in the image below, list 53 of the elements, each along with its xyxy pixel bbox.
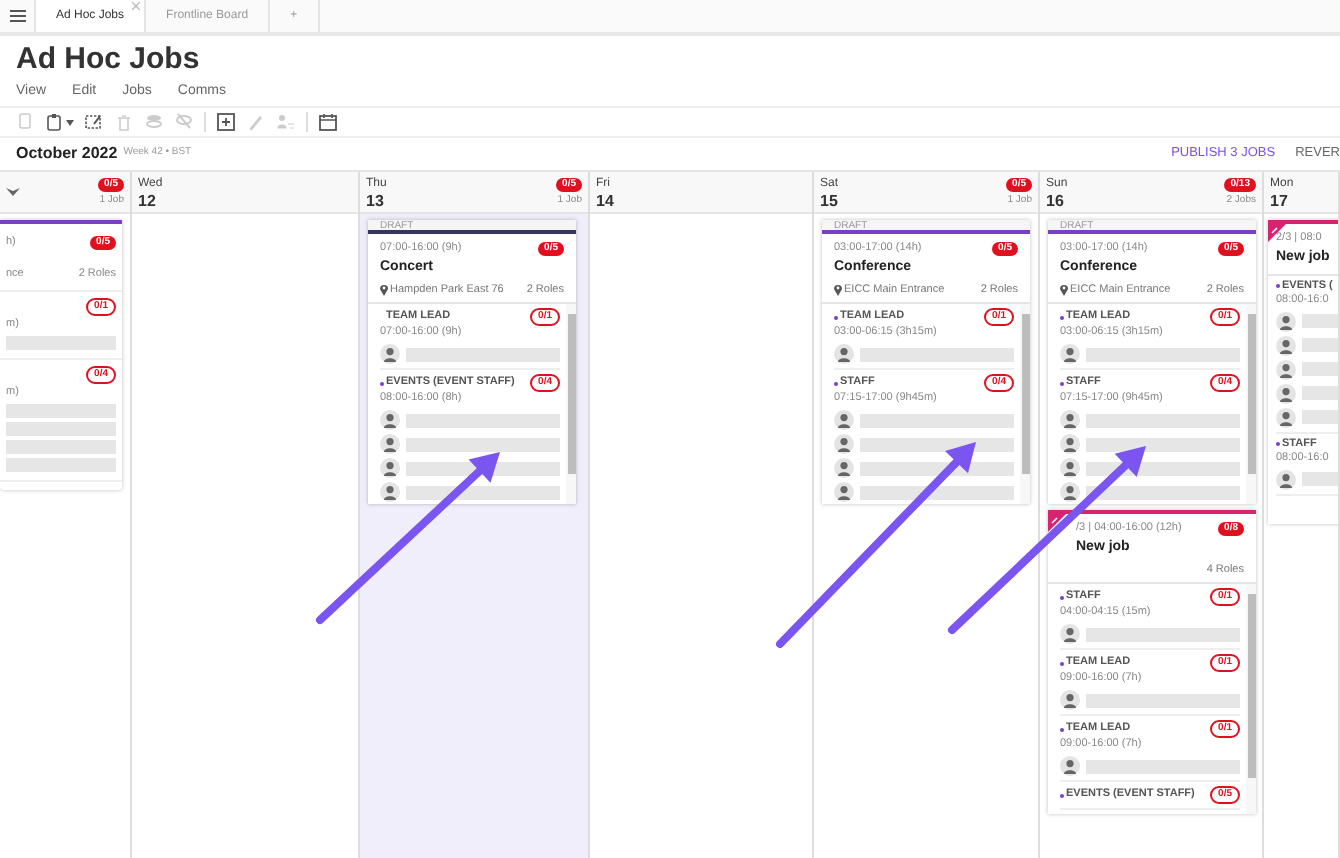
- location-pin-icon: [834, 283, 842, 296]
- avatar-icon: [1060, 756, 1080, 776]
- day-number: 13: [366, 192, 386, 210]
- avatar-icon: [834, 458, 854, 478]
- slot-bar[interactable]: [860, 437, 1014, 451]
- avatar-icon: [1276, 407, 1296, 428]
- day-number: 16: [1046, 192, 1066, 210]
- avatar-icon: [380, 458, 400, 478]
- day-number: 12: [138, 192, 158, 210]
- avatar-icon: [834, 344, 854, 364]
- avatar-icon: [834, 482, 854, 502]
- caret-icon[interactable]: [66, 119, 74, 125]
- avatar-icon: [1276, 469, 1296, 490]
- month-label: October 2022: [16, 142, 118, 166]
- avatar-icon: [1060, 458, 1080, 478]
- slot-bar[interactable]: [1086, 485, 1240, 499]
- avatar-icon: [1276, 335, 1296, 356]
- avatar-icon: [380, 344, 400, 364]
- scrollbar[interactable]: [1246, 584, 1256, 814]
- slot-bar[interactable]: [406, 485, 560, 499]
- page-title: Ad Hoc Jobs: [14, 40, 202, 78]
- slot-bar[interactable]: [860, 485, 1014, 499]
- paste-icon[interactable]: [46, 112, 66, 132]
- scrollbar[interactable]: [566, 304, 576, 504]
- avatar-icon: [1276, 359, 1296, 380]
- day-number: 15: [820, 192, 839, 210]
- avatar-icon: [1060, 482, 1080, 502]
- slot-bar[interactable]: [1086, 437, 1240, 451]
- avatar-icon: [1060, 624, 1080, 644]
- avatar-icon: [380, 410, 400, 430]
- calendar-icon[interactable]: [318, 112, 338, 132]
- avatar-icon: [834, 434, 854, 454]
- scrollbar[interactable]: [1246, 304, 1256, 504]
- avatar-icon: [1276, 311, 1296, 332]
- avatar-icon: [1060, 690, 1080, 710]
- location-pin-icon: [380, 283, 388, 296]
- menu-icon: [9, 10, 25, 22]
- avatar-icon: [380, 434, 400, 454]
- location-pin-icon: [1060, 283, 1068, 296]
- add-box-icon[interactable]: [216, 112, 236, 132]
- avatar-icon: [834, 410, 854, 430]
- avatar-icon: [1060, 410, 1080, 430]
- close-icon[interactable]: [132, 2, 141, 10]
- pencil-corner-icon: [1048, 514, 1066, 532]
- select-icon[interactable]: [84, 112, 104, 132]
- day-number: 14: [596, 192, 614, 210]
- avatar-icon: [1060, 344, 1080, 364]
- scrollbar[interactable]: [1020, 304, 1030, 504]
- day-number: 17: [1270, 192, 1290, 210]
- avatar-icon: [1276, 383, 1296, 404]
- chevron-down-icon[interactable]: [6, 188, 20, 196]
- avatar-icon: [1060, 434, 1080, 454]
- avatar-icon: [380, 482, 400, 502]
